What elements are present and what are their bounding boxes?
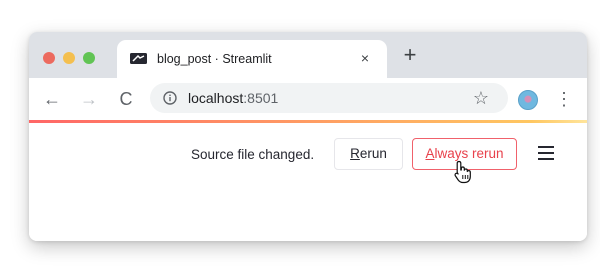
address-bar[interactable]: localhost:8501 [150, 83, 508, 113]
browser-toolbar: ← → C localhost:8501 ☆ ⋮ [29, 78, 587, 120]
bookmark-star-icon[interactable]: ☆ [471, 88, 491, 108]
new-tab-icon[interactable]: + [399, 44, 421, 66]
window-maximize-button[interactable] [83, 52, 95, 64]
url-port: :8501 [243, 90, 279, 106]
browser-window: blog_post · Streamlit × + ← → C localhos… [29, 32, 587, 241]
url-text: localhost:8501 [188, 90, 278, 106]
window-minimize-button[interactable] [63, 52, 75, 64]
hamburger-menu-icon[interactable] [538, 146, 556, 162]
close-tab-icon[interactable]: × [357, 50, 373, 66]
forward-arrow-icon[interactable]: → [78, 88, 100, 110]
rerun-button[interactable]: Rerun [334, 138, 403, 170]
info-icon[interactable] [163, 91, 177, 105]
url-host: localhost [188, 90, 244, 106]
streamlit-page: Source file changed. Rerun Always rerun [29, 123, 587, 241]
reload-icon[interactable]: C [115, 88, 137, 110]
tab-blog-post[interactable]: blog_post · Streamlit × [117, 40, 387, 78]
back-arrow-icon[interactable]: ← [41, 88, 63, 110]
tab-title: blog_post · Streamlit [157, 52, 272, 66]
hamburger-line [538, 146, 554, 148]
profile-avatar[interactable] [518, 90, 538, 110]
hamburger-line [538, 152, 554, 154]
rerun-label: erun [359, 146, 387, 161]
hamburger-line [538, 158, 554, 160]
screenshot-stage: blog_post · Streamlit × + ← → C localhos… [0, 0, 600, 269]
browser-menu-icon[interactable]: ⋮ [555, 88, 573, 110]
rerun-accel-key: R [350, 146, 360, 161]
streamlit-logo-icon [130, 53, 147, 64]
hand-pointer-cursor-icon [454, 160, 471, 184]
tab-strip: blog_post · Streamlit × + [29, 32, 587, 78]
status-message: Source file changed. [191, 147, 315, 162]
window-close-button[interactable] [43, 52, 55, 64]
always-rerun-label: lways rerun [434, 146, 504, 161]
